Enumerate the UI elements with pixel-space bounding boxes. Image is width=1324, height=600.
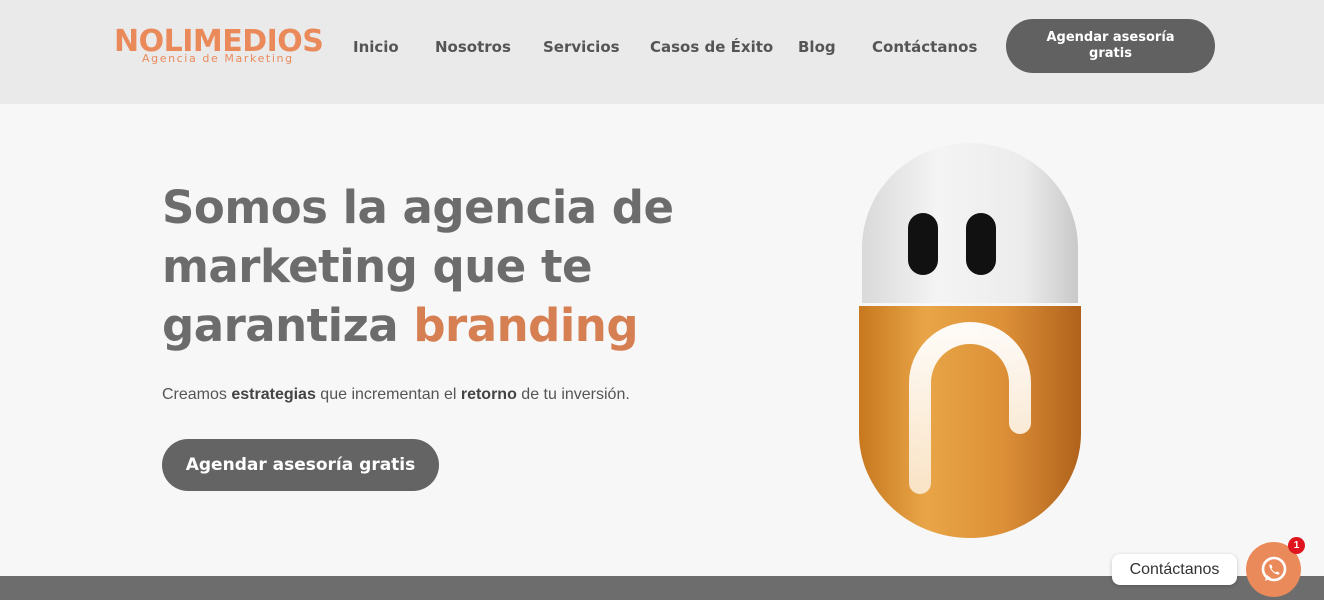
nav-contactanos[interactable]: Contáctanos xyxy=(872,36,977,58)
hero-cta-button[interactable]: Agendar asesoría gratis xyxy=(162,439,439,491)
logo-tagline: Agencia de Marketing xyxy=(142,52,294,65)
hero-title-accent: branding xyxy=(413,299,639,352)
notification-badge: 1 xyxy=(1288,537,1305,554)
hero-title-line3: garantiza xyxy=(162,299,414,352)
chat-contact-label[interactable]: Contáctanos xyxy=(1112,554,1237,585)
subtitle-bold-estrategias: estrategias xyxy=(231,386,316,403)
subtitle-text: Creamos xyxy=(162,386,232,403)
site-header: NOLIMEDIOS Agencia de Marketing Inicio N… xyxy=(0,0,1324,104)
header-cta-button[interactable]: Agendar asesoría gratis xyxy=(1006,19,1215,73)
nav-servicios[interactable]: Servicios xyxy=(543,36,620,58)
capsule-mascot-illustration xyxy=(859,143,1081,538)
hero-subtitle: Creamos estrategias que incrementan el r… xyxy=(162,385,630,405)
hero-title-line2: marketing que te xyxy=(162,240,593,293)
hero-title: Somos la agencia de marketing que te gar… xyxy=(162,178,702,355)
hero-title-line1: Somos la agencia de xyxy=(162,181,674,234)
logo[interactable]: NOLIMEDIOS Agencia de Marketing xyxy=(114,24,324,68)
subtitle-bold-retorno: retorno xyxy=(460,386,517,403)
whatsapp-icon xyxy=(1261,556,1286,581)
nav-inicio[interactable]: Inicio xyxy=(353,36,399,58)
subtitle-text: que incrementan el xyxy=(315,386,461,403)
nav-nosotros[interactable]: Nosotros xyxy=(435,36,511,58)
subtitle-text: de tu inversión. xyxy=(516,386,630,403)
nav-casos-de-exito[interactable]: Casos de Éxito xyxy=(650,36,773,58)
nav-blog[interactable]: Blog xyxy=(798,36,836,58)
